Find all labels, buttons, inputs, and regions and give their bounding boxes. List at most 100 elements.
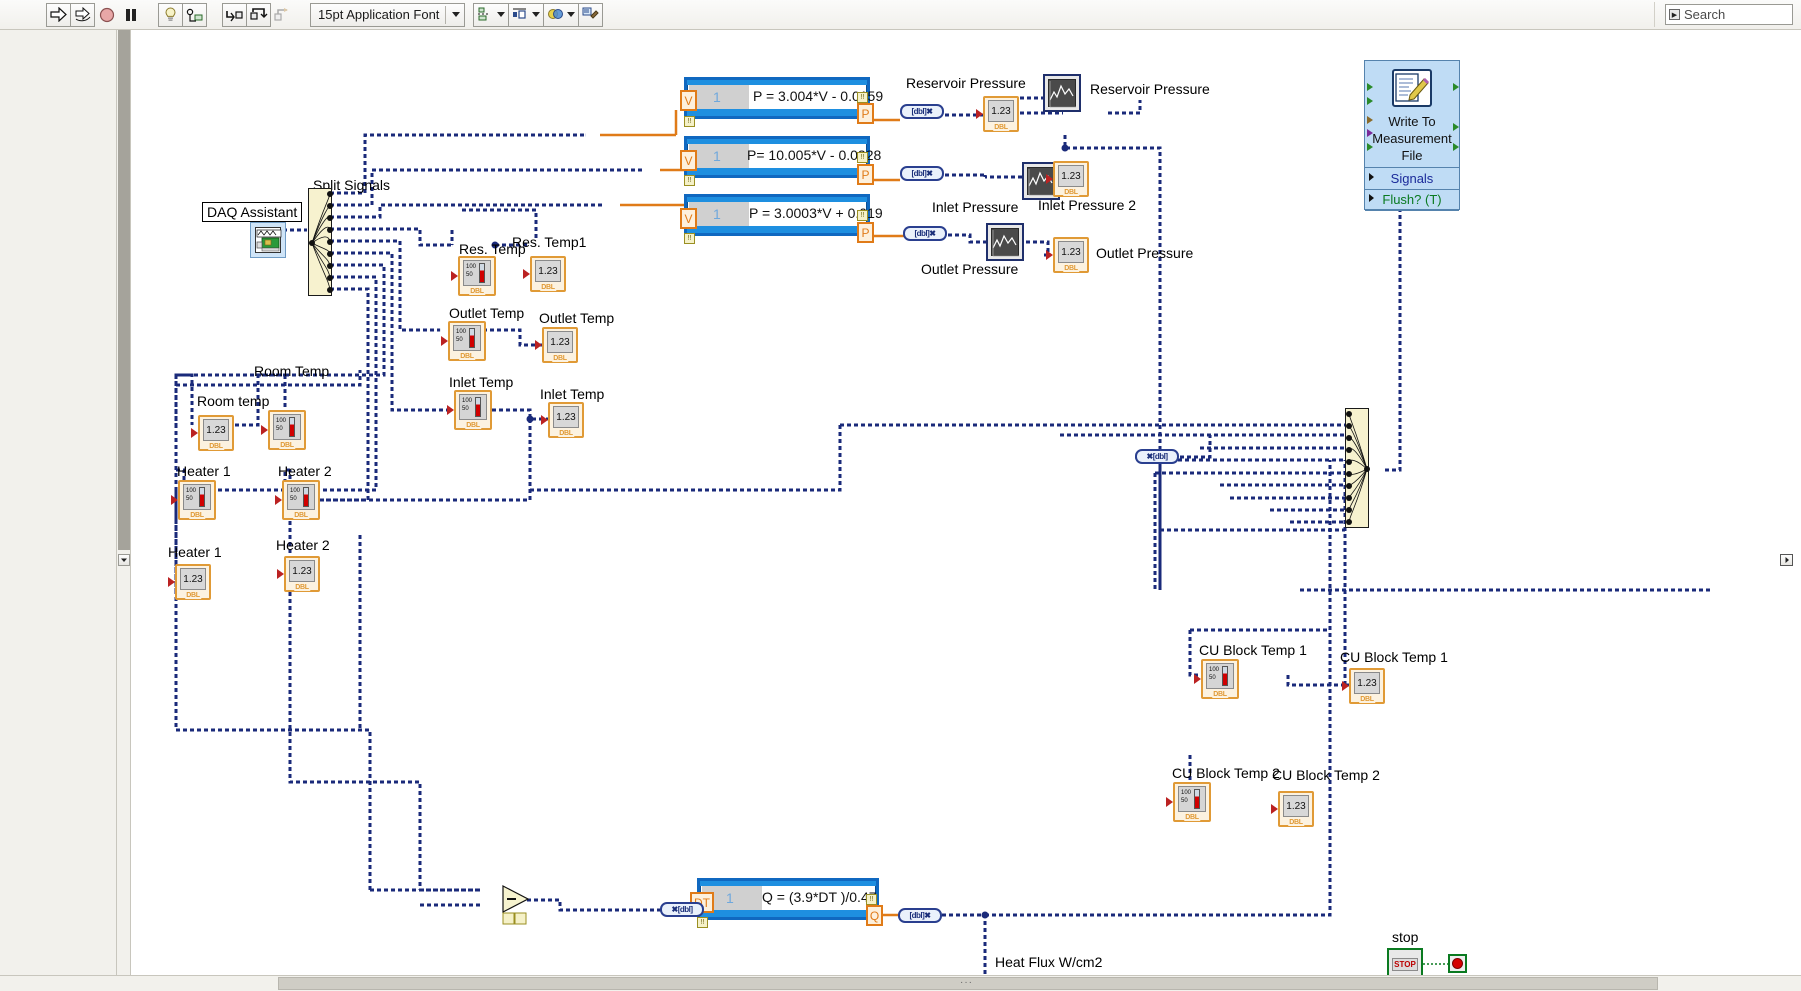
indicator-value: 1.23 xyxy=(991,105,1011,117)
step-out-icon[interactable] xyxy=(270,3,295,27)
search-input[interactable]: ▶ Search xyxy=(1665,4,1793,25)
cu-block-temp-1-numeric-indicator[interactable]: 1.23 DBL xyxy=(1342,668,1385,704)
room-temp-num-label: Room temp xyxy=(197,393,270,409)
convert-to-dynamic-data-node-q[interactable]: [dbl]✖ xyxy=(898,908,942,923)
formula-node-outlet-pressure[interactable]: 1 P = 3.0003*V + 0.019 xyxy=(684,194,883,236)
thermometer-bar xyxy=(199,487,205,507)
terminal-input-arrow-icon xyxy=(171,495,178,505)
indicator-value-box: 1.23 xyxy=(1058,165,1084,187)
boolean-constant-node[interactable] xyxy=(1448,954,1467,973)
indicator-value: 1.23 xyxy=(550,336,570,348)
res-temp-num-label: Res. Temp1 xyxy=(512,234,587,250)
search-dropdown-icon[interactable]: ▶ xyxy=(1669,9,1680,20)
chevron-down-icon[interactable] xyxy=(497,12,506,17)
datatype-badge: DBL xyxy=(552,355,568,362)
formula-input-terminal-v-2[interactable]: V xyxy=(680,150,697,171)
outlet-temp-numeric-indicator[interactable]: 1.23 DBL xyxy=(535,327,578,363)
thermometer-bar xyxy=(303,487,309,507)
pause-icon[interactable] xyxy=(118,3,143,27)
terminal-input-arrow-icon xyxy=(277,569,284,579)
cu-block-temp-1-thermometer-indicator[interactable]: 100 50 DBL xyxy=(1194,659,1239,699)
cu-block-temp-2-numeric-indicator[interactable]: 1.23 DBL xyxy=(1271,791,1314,827)
formula-input-terminal-v-1[interactable]: V xyxy=(680,90,697,111)
convert-to-dynamic-data-node-1[interactable]: [dbl]✖ xyxy=(900,104,944,119)
terminal-input-arrow-icon xyxy=(261,425,268,435)
outlet-temp-thermometer-indicator[interactable]: 100 50 DBL xyxy=(441,321,486,361)
highlight-execution-lightbulb-icon[interactable] xyxy=(158,2,183,27)
indicator-value-box: 1.23 xyxy=(988,100,1014,122)
outlet-pressure-numeric-indicator[interactable]: 1.23 DBL xyxy=(1046,237,1089,273)
formula-output-terminal-p-3[interactable]: P xyxy=(857,222,874,243)
reservoir-pressure-numeric-indicator[interactable]: 1.23 DBL xyxy=(976,96,1019,132)
heater1-numeric-indicator[interactable]: 1.23 DBL xyxy=(168,564,211,600)
heater2-thermometer-indicator[interactable]: 100 50 DBL xyxy=(275,480,320,520)
convert-from-dynamic-data-node-dt[interactable]: ✖[dbl] xyxy=(660,902,704,917)
terminal-input-arrow-icon xyxy=(275,495,282,505)
outlet-pressure-chart-label: Outlet Pressure xyxy=(921,261,1019,277)
formula-output-terminal-q[interactable]: Q xyxy=(866,905,883,926)
cu-block-temp-1-gauge-label: CU Block Temp 1 xyxy=(1199,642,1307,658)
split-signals-node[interactable] xyxy=(308,188,333,296)
formula-marker-icon: !! xyxy=(857,210,868,221)
inlet-temp-thermometer-indicator[interactable]: 100 50 DBL xyxy=(447,390,492,430)
font-selector[interactable]: 15pt Application Font xyxy=(310,2,466,27)
terminal-input-arrow-icon xyxy=(191,428,198,438)
thermometer-ticks: 100 50 xyxy=(276,418,287,432)
convert-to-dynamic-data-node-3[interactable]: [dbl]✖ xyxy=(903,226,947,241)
run-continuously-icon[interactable] xyxy=(70,2,95,27)
reorder-objects-icon[interactable] xyxy=(543,2,580,27)
formula-input-terminal-v-3[interactable]: V xyxy=(680,208,697,229)
datatype-badge: DBL xyxy=(540,284,556,291)
run-controls-group xyxy=(46,2,142,28)
chevron-down-icon[interactable] xyxy=(452,12,461,17)
cu-block-temp-2-thermometer-indicator[interactable]: 100 50 DBL xyxy=(1166,782,1211,822)
terminal-input-arrow-icon xyxy=(1046,250,1053,260)
abort-execution-icon[interactable] xyxy=(94,3,119,27)
align-objects-icon[interactable] xyxy=(473,2,510,27)
res-temp-thermometer-indicator[interactable]: 100 50 DBL xyxy=(451,256,496,296)
room-temp-thermometer-indicator[interactable]: 100 50 DBL xyxy=(261,410,306,450)
convert-from-dynamic-data-node[interactable]: ✖[dbl] xyxy=(1135,449,1179,464)
reservoir-pressure-chart-indicator[interactable] xyxy=(1043,74,1081,112)
convert-to-dynamic-data-node-2[interactable]: [dbl]✖ xyxy=(900,166,944,181)
datatype-badge: DBL xyxy=(993,124,1009,131)
datatype-badge: DBL xyxy=(465,422,481,429)
heater1-thermometer-indicator[interactable]: 100 50 DBL xyxy=(171,480,216,520)
room-temp-numeric-indicator[interactable]: 1.23 DBL xyxy=(191,415,234,451)
res-temp-numeric-indicator[interactable]: 1.23 DBL xyxy=(523,256,566,292)
write-to-measurement-file-node[interactable]: Write To Measurement File Signals Flush?… xyxy=(1364,60,1460,211)
subtract-function-node[interactable] xyxy=(502,885,532,925)
indicator-value-box: 1.23 xyxy=(1354,672,1380,694)
retain-wire-values-icon[interactable] xyxy=(182,2,207,27)
block-diagram-canvas[interactable]: DAQ Assistant Split Signals 1 P = 3.004*… xyxy=(0,30,1801,991)
formula-output-terminal-p-1[interactable]: P xyxy=(857,103,874,124)
inlet-temp-numeric-indicator[interactable]: 1.23 DBL xyxy=(541,402,584,438)
chevron-down-icon[interactable] xyxy=(532,12,541,17)
debug-controls-group xyxy=(158,2,207,28)
formula-node-reservoir-pressure[interactable]: 1 P = 3.004*V - 0.0159 xyxy=(684,77,883,119)
heat-flux-label: Heat Flux W/cm2 xyxy=(995,954,1103,970)
step-over-icon[interactable] xyxy=(246,2,271,27)
formula-bottom-bar xyxy=(700,910,876,917)
clean-up-diagram-icon[interactable] xyxy=(578,2,604,27)
heater2-numeric-indicator[interactable]: 1.23 DBL xyxy=(277,556,320,592)
run-arrow-icon[interactable] xyxy=(46,2,71,27)
inlet-pressure-2-numeric-indicator[interactable]: 1.23 DBL xyxy=(1046,161,1089,197)
merge-signals-node[interactable] xyxy=(1345,408,1370,528)
chevron-down-icon[interactable] xyxy=(567,12,576,17)
formula-node-inlet-pressure[interactable]: 1 P= 10.005*V - 0.0328 xyxy=(684,136,881,178)
cu-block-temp-2-num-label: CU Block Temp 2 xyxy=(1272,767,1380,783)
search-placeholder-text: Search xyxy=(1684,7,1726,22)
outlet-pressure-chart-indicator[interactable] xyxy=(986,223,1024,261)
step-into-icon[interactable] xyxy=(222,2,247,27)
daq-assistant-node[interactable] xyxy=(250,222,286,258)
boolean-true-constant-icon xyxy=(1452,958,1463,969)
distribute-objects-icon[interactable] xyxy=(508,2,545,27)
thermometer-bar xyxy=(1194,789,1200,809)
formula-output-terminal-p-2[interactable]: P xyxy=(857,164,874,185)
terminal-input-arrow-icon xyxy=(451,271,458,281)
terminal-input-arrow-icon xyxy=(441,336,448,346)
terminal-input-arrow-icon xyxy=(1271,804,1278,814)
datatype-badge: DBL xyxy=(293,512,309,519)
formula-node-heat-flux[interactable]: 1 Q = (3.9*DT )/0.47 xyxy=(697,878,879,920)
